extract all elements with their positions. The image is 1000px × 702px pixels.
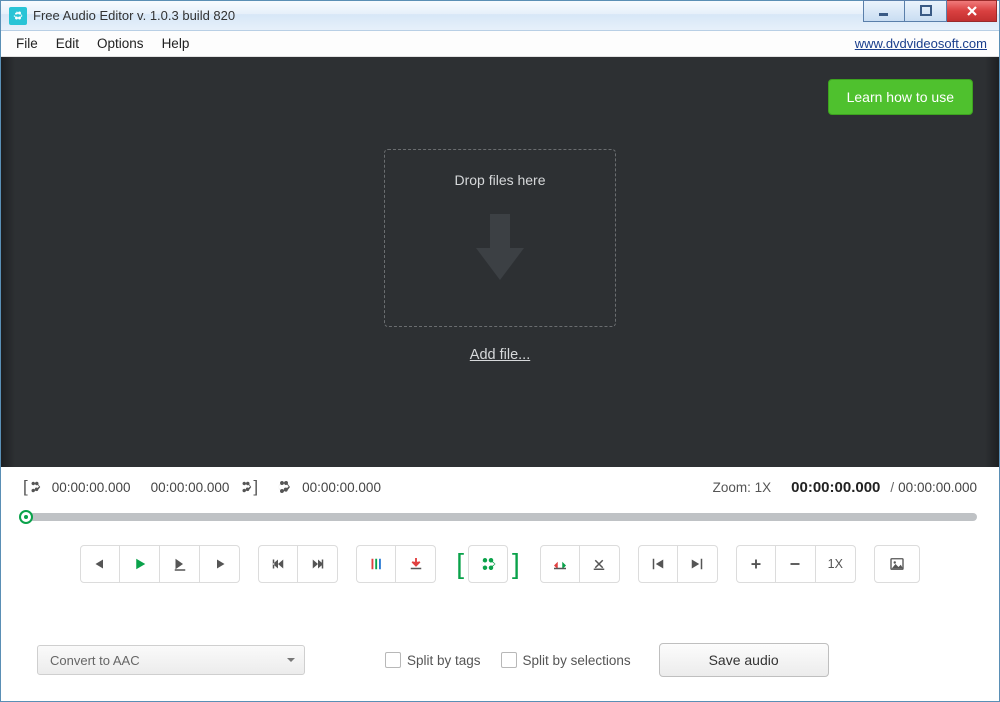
selection-start-time: 00:00:00.000 bbox=[52, 480, 131, 495]
seek-bar[interactable] bbox=[1, 507, 999, 527]
checkbox-box bbox=[501, 652, 517, 668]
titlebar: Free Audio Editor v. 1.0.3 build 820 bbox=[1, 1, 999, 31]
time-info-row: [ 00:00:00.000 00:00:00.000 ] 00:00:00.0… bbox=[1, 467, 999, 507]
trim-group bbox=[540, 545, 620, 583]
seek-knob[interactable] bbox=[19, 510, 33, 524]
trim-outside-button[interactable] bbox=[540, 545, 580, 583]
next-button[interactable] bbox=[200, 545, 240, 583]
skip-group bbox=[258, 545, 338, 583]
delete-selection-button[interactable] bbox=[580, 545, 620, 583]
format-select[interactable]: Convert to AAC bbox=[37, 645, 305, 675]
drop-zone[interactable]: Drop files here bbox=[384, 149, 616, 327]
format-select-value: Convert to AAC bbox=[50, 653, 140, 668]
skip-start-button[interactable] bbox=[258, 545, 298, 583]
scissors-icon bbox=[28, 480, 42, 494]
menubar: File Edit Options Help www.dvdvideosoft.… bbox=[1, 31, 999, 57]
bottom-row: Convert to AAC Split by tags Split by se… bbox=[1, 625, 999, 701]
selection-edge-group bbox=[638, 545, 718, 583]
down-arrow-icon bbox=[468, 210, 532, 284]
scissors-icon bbox=[276, 479, 292, 495]
app-window: Free Audio Editor v. 1.0.3 build 820 Fil… bbox=[0, 0, 1000, 702]
play-button[interactable] bbox=[120, 545, 160, 583]
selection-to-start-button[interactable] bbox=[638, 545, 678, 583]
split-by-selections-label: Split by selections bbox=[523, 653, 631, 668]
learn-how-to-use-button[interactable]: Learn how to use bbox=[828, 79, 973, 115]
cut-group: [ ] bbox=[454, 545, 522, 583]
artwork-button[interactable] bbox=[874, 545, 920, 583]
zoom-in-button[interactable] bbox=[736, 545, 776, 583]
cut-selection-button[interactable] bbox=[468, 545, 508, 583]
minimize-button[interactable] bbox=[863, 0, 905, 22]
time-separator: / bbox=[890, 480, 894, 495]
zoom-group: 1X bbox=[736, 545, 856, 583]
selection-to-end-button[interactable] bbox=[678, 545, 718, 583]
save-audio-button[interactable]: Save audio bbox=[659, 643, 829, 677]
menu-edit[interactable]: Edit bbox=[47, 33, 88, 54]
skip-end-button[interactable] bbox=[298, 545, 338, 583]
split-by-tags-label: Split by tags bbox=[407, 653, 481, 668]
app-icon bbox=[9, 7, 27, 25]
artwork-group bbox=[874, 545, 920, 583]
menu-help[interactable]: Help bbox=[153, 33, 199, 54]
duration-time: 00:00:00.000 bbox=[898, 480, 977, 495]
cursor-time: 00:00:00.000 bbox=[302, 480, 381, 495]
window-title: Free Audio Editor v. 1.0.3 build 820 bbox=[33, 8, 235, 23]
markers-group bbox=[356, 545, 436, 583]
scissors-icon bbox=[239, 480, 253, 494]
maximize-button[interactable] bbox=[905, 0, 947, 22]
checkbox-box bbox=[385, 652, 401, 668]
zoom-reset-button[interactable]: 1X bbox=[816, 545, 856, 583]
chevron-down-icon bbox=[286, 655, 296, 665]
zoom-out-button[interactable] bbox=[776, 545, 816, 583]
toolbar: [ ] bbox=[1, 527, 999, 583]
split-by-tags-checkbox[interactable]: Split by tags bbox=[385, 652, 481, 668]
selection-end-time: 00:00:00.000 bbox=[151, 480, 230, 495]
window-controls bbox=[863, 1, 997, 30]
lower-panel: [ 00:00:00.000 00:00:00.000 ] 00:00:00.0… bbox=[1, 467, 999, 701]
play-to-end-button[interactable] bbox=[160, 545, 200, 583]
bracket-open-icon: [ bbox=[454, 548, 466, 580]
add-marker-button[interactable] bbox=[396, 545, 436, 583]
menu-options[interactable]: Options bbox=[88, 33, 153, 54]
playback-group bbox=[80, 545, 240, 583]
position-time: 00:00:00.000 bbox=[791, 479, 880, 496]
close-button[interactable] bbox=[947, 0, 997, 22]
selection-end-bracket-icon: ] bbox=[253, 477, 258, 497]
waveform-panel: Learn how to use Drop files here Add fil… bbox=[1, 57, 999, 467]
split-by-selections-checkbox[interactable]: Split by selections bbox=[501, 652, 631, 668]
bracket-close-icon: ] bbox=[510, 548, 522, 580]
menu-file[interactable]: File bbox=[7, 33, 47, 54]
markers-button[interactable] bbox=[356, 545, 396, 583]
add-file-link[interactable]: Add file... bbox=[470, 347, 530, 363]
drop-text: Drop files here bbox=[454, 172, 545, 188]
prev-button[interactable] bbox=[80, 545, 120, 583]
zoom-label: Zoom: 1X bbox=[713, 480, 772, 495]
seek-track bbox=[23, 513, 977, 521]
website-link[interactable]: www.dvdvideosoft.com bbox=[855, 36, 993, 51]
